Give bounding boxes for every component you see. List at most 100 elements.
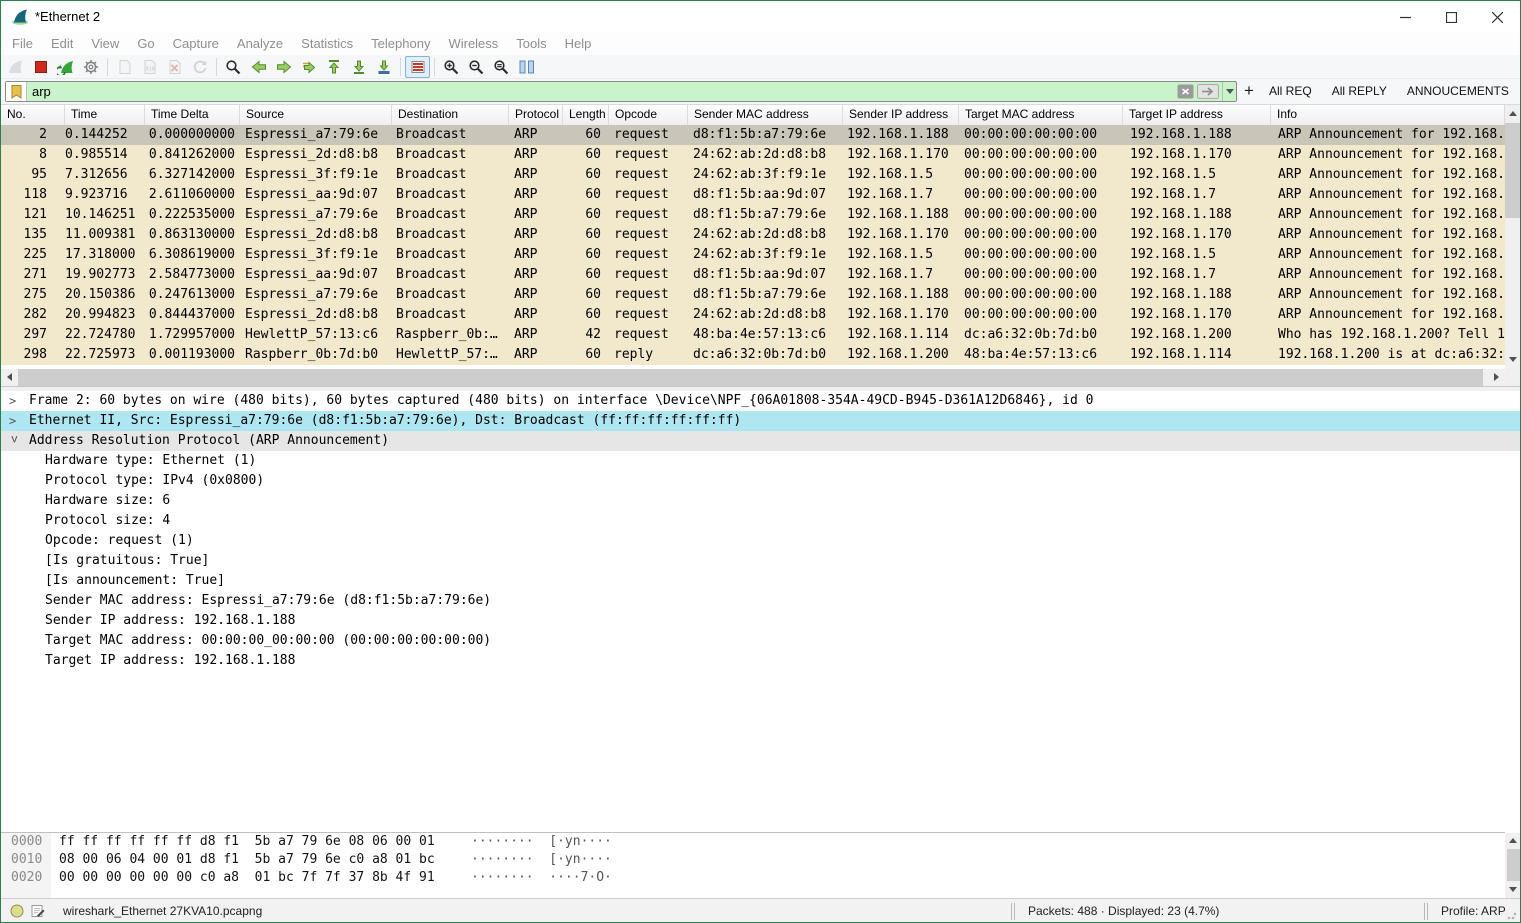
column-header-target-ip-address[interactable]: Target IP address bbox=[1123, 105, 1271, 125]
expert-info-icon[interactable] bbox=[10, 904, 24, 921]
scroll-right-icon[interactable] bbox=[1494, 373, 1499, 381]
hex-row[interactable]: 001008 00 06 04 00 01 d8 f1 5b a7 79 6e … bbox=[1, 851, 1505, 869]
packet-row[interactable]: 27520.1503860.247613000Espressi_a7:79:6e… bbox=[1, 285, 1505, 305]
bytes-vscrollbar[interactable] bbox=[1505, 833, 1521, 898]
minimize-button[interactable] bbox=[1382, 1, 1428, 33]
detail-line[interactable]: [Is announcement: True] bbox=[1, 571, 1520, 591]
menu-item-wireless[interactable]: Wireless bbox=[439, 33, 507, 55]
column-header-time[interactable]: Time bbox=[65, 105, 145, 125]
restart-capture-icon[interactable] bbox=[53, 56, 78, 78]
hex-bytes[interactable]: 08 00 06 04 00 01 d8 f1 5b a7 79 6e c0 a… bbox=[59, 852, 435, 867]
filter-clear-icon[interactable] bbox=[1177, 84, 1194, 99]
hex-row[interactable]: 002000 00 00 00 00 00 c0 a8 01 bc 7f 7f … bbox=[1, 869, 1505, 887]
column-header-source[interactable]: Source bbox=[240, 105, 392, 125]
menu-item-telephony[interactable]: Telephony bbox=[362, 33, 439, 55]
scroll-down-icon[interactable] bbox=[1509, 357, 1517, 362]
colorize-icon[interactable] bbox=[405, 56, 430, 78]
profile-label[interactable]: Profile: ARP bbox=[1441, 904, 1506, 918]
packet-row[interactable]: 27119.9027732.584773000Espressi_aa:9d:07… bbox=[1, 265, 1505, 285]
filter-button-all-reply[interactable]: All REPLY bbox=[1322, 81, 1397, 102]
packet-row[interactable]: 22517.3180006.308619000Espressi_3f:f9:1e… bbox=[1, 245, 1505, 265]
go-to-bottom-icon[interactable] bbox=[346, 56, 371, 78]
go-forward-icon[interactable] bbox=[271, 56, 296, 78]
menu-item-capture[interactable]: Capture bbox=[164, 33, 228, 55]
detail-line[interactable]: Protocol type: IPv4 (0x0800) bbox=[1, 471, 1520, 491]
packet-row[interactable]: 80.9855140.841262000Espressi_2d:d8:b8Bro… bbox=[1, 145, 1505, 165]
detail-line[interactable]: >Ethernet II, Src: Espressi_a7:79:6e (d8… bbox=[1, 411, 1520, 431]
column-header-info[interactable]: Info bbox=[1271, 105, 1505, 125]
filter-dropdown-caret-icon[interactable] bbox=[1222, 82, 1236, 101]
hex-bytes[interactable]: ff ff ff ff ff ff d8 f1 5b a7 79 6e 08 0… bbox=[59, 834, 435, 849]
column-header-opcode[interactable]: Opcode bbox=[609, 105, 688, 125]
menu-item-edit[interactable]: Edit bbox=[42, 33, 82, 55]
auto-scroll-icon[interactable] bbox=[371, 56, 396, 78]
packet-row[interactable]: 20.1442520.000000000Espressi_a7:79:6eBro… bbox=[1, 125, 1505, 145]
packet-row[interactable]: 12110.1462510.222535000Espressi_a7:79:6e… bbox=[1, 205, 1505, 225]
packet-row[interactable]: 28220.9948230.844437000Espressi_2d:d8:b8… bbox=[1, 305, 1505, 325]
packet-row[interactable]: 29722.7247801.729957000HewlettP_57:13:c6… bbox=[1, 325, 1505, 345]
zoom-in-icon[interactable] bbox=[439, 56, 464, 78]
column-header-target-mac-address[interactable]: Target MAC address bbox=[959, 105, 1123, 125]
hscroll-thumb[interactable] bbox=[18, 369, 1483, 386]
filter-button-all-req[interactable]: All REQ bbox=[1259, 81, 1322, 102]
scroll-up-icon[interactable] bbox=[1509, 838, 1517, 843]
filter-button-annoucements[interactable]: ANNOUCEMENTS bbox=[1397, 81, 1519, 102]
packet-row[interactable]: 1189.9237162.611060000Espressi_aa:9d:07B… bbox=[1, 185, 1505, 205]
column-header-destination[interactable]: Destination bbox=[392, 105, 509, 125]
column-header-no[interactable]: No. bbox=[1, 105, 65, 125]
bytes-vscroll-thumb[interactable] bbox=[1507, 849, 1520, 881]
filter-add-button[interactable]: + bbox=[1241, 81, 1257, 102]
stop-capture-icon[interactable] bbox=[28, 56, 53, 78]
display-filter-input[interactable] bbox=[27, 84, 1177, 99]
column-header-sender-ip-address[interactable]: Sender IP address bbox=[843, 105, 959, 125]
column-header-time-delta[interactable]: Time Delta bbox=[145, 105, 240, 125]
go-to-top-icon[interactable] bbox=[321, 56, 346, 78]
column-header-sender-mac-address[interactable]: Sender MAC address bbox=[688, 105, 843, 125]
detail-line[interactable]: >Frame 2: 60 bytes on wire (480 bits), 6… bbox=[1, 391, 1520, 411]
filter-bookmark-icon[interactable] bbox=[6, 82, 27, 101]
menu-item-statistics[interactable]: Statistics bbox=[292, 33, 362, 55]
go-to-packet-icon[interactable] bbox=[296, 56, 321, 78]
expand-icon[interactable]: > bbox=[9, 391, 21, 411]
menu-item-go[interactable]: Go bbox=[128, 33, 163, 55]
hex-bytes[interactable]: 00 00 00 00 00 00 c0 a8 01 bc 7f 7f 37 8… bbox=[59, 870, 435, 885]
detail-line[interactable]: Opcode: request (1) bbox=[1, 531, 1520, 551]
column-header-protocol[interactable]: Protocol bbox=[509, 105, 563, 125]
maximize-button[interactable] bbox=[1428, 1, 1474, 33]
scroll-down-icon[interactable] bbox=[1509, 887, 1517, 892]
packet-row[interactable]: 957.3126566.327142000Espressi_3f:f9:1eBr… bbox=[1, 165, 1505, 185]
detail-line[interactable]: Sender IP address: 192.168.1.188 bbox=[1, 611, 1520, 631]
detail-line[interactable]: >Address Resolution Protocol (ARP Announ… bbox=[1, 431, 1520, 451]
column-header-length[interactable]: Length bbox=[563, 105, 609, 125]
detail-line[interactable]: Hardware type: Ethernet (1) bbox=[1, 451, 1520, 471]
menu-item-tools[interactable]: Tools bbox=[507, 33, 555, 55]
zoom-reset-icon[interactable] bbox=[489, 56, 514, 78]
packet-list-vscrollbar[interactable] bbox=[1505, 105, 1521, 369]
packet-row[interactable]: 13511.0093810.863130000Espressi_2d:d8:b8… bbox=[1, 225, 1505, 245]
detail-line[interactable]: Sender MAC address: Espressi_a7:79:6e (d… bbox=[1, 591, 1520, 611]
close-button[interactable] bbox=[1474, 1, 1520, 33]
collapse-icon[interactable]: > bbox=[4, 436, 24, 448]
detail-line[interactable]: [Is gratuitous: True] bbox=[1, 551, 1520, 571]
resize-columns-icon[interactable] bbox=[514, 56, 539, 78]
detail-line[interactable]: Target MAC address: 00:00:00_00:00:00 (0… bbox=[1, 631, 1520, 651]
hex-row[interactable]: 0000ff ff ff ff ff ff d8 f1 5b a7 79 6e … bbox=[1, 833, 1505, 851]
menu-item-help[interactable]: Help bbox=[556, 33, 601, 55]
packet-row[interactable]: 29822.7259730.001193000Raspberr_0b:7d:b0… bbox=[1, 345, 1505, 365]
go-back-icon[interactable] bbox=[246, 56, 271, 78]
filter-apply-icon[interactable] bbox=[1197, 84, 1219, 99]
zoom-out-icon[interactable] bbox=[464, 56, 489, 78]
resize-grip[interactable] bbox=[1507, 910, 1517, 920]
scroll-left-icon[interactable] bbox=[7, 373, 12, 381]
scroll-up-icon[interactable] bbox=[1509, 111, 1517, 116]
capture-comment-icon[interactable] bbox=[31, 904, 45, 921]
menu-item-view[interactable]: View bbox=[82, 33, 128, 55]
detail-line[interactable]: Target IP address: 192.168.1.188 bbox=[1, 651, 1520, 671]
expand-icon[interactable]: > bbox=[9, 411, 21, 431]
detail-line[interactable]: Protocol size: 4 bbox=[1, 511, 1520, 531]
detail-line[interactable]: Hardware size: 6 bbox=[1, 491, 1520, 511]
packet-list-hscrollbar[interactable] bbox=[1, 369, 1505, 386]
capture-options-icon[interactable] bbox=[78, 56, 103, 78]
find-packet-icon[interactable] bbox=[221, 56, 246, 78]
menu-item-file[interactable]: File bbox=[3, 33, 42, 55]
